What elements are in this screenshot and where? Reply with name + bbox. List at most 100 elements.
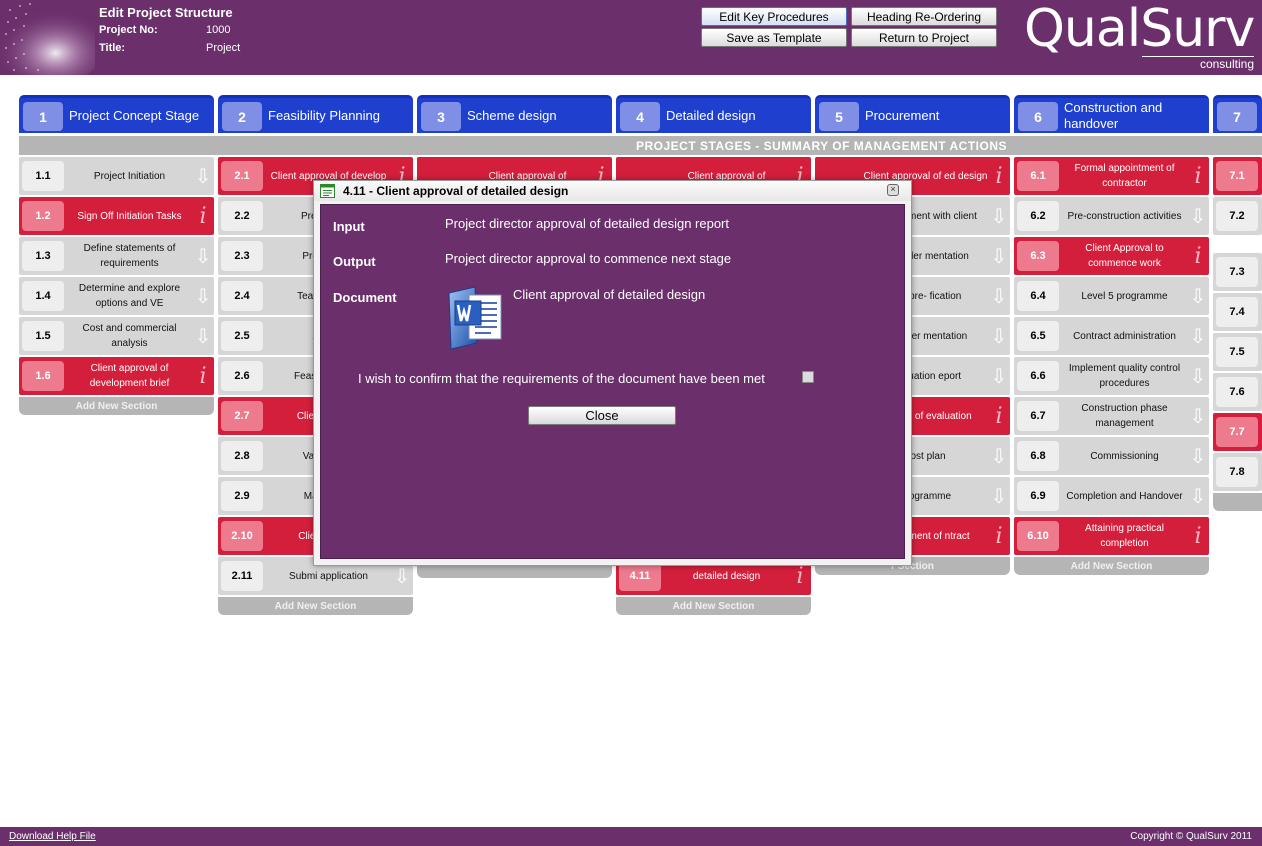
action-number: 2.6 <box>221 361 263 391</box>
action-number: 7.2 <box>1216 201 1258 231</box>
stage-header-4[interactable]: 4 Detailed design <box>616 95 811 133</box>
action-row[interactable]: 6.6 Implement quality control procedures ⇩ <box>1014 357 1209 395</box>
word-document-icon[interactable] <box>445 285 507 351</box>
action-row[interactable]: 7.5 <box>1213 333 1262 371</box>
document-list-icon <box>320 184 335 198</box>
return-to-project-button[interactable]: Return to Project <box>851 28 997 47</box>
action-label: Completion and Handover <box>1066 490 1183 502</box>
stage-header-6[interactable]: 6 Construction and handover <box>1014 95 1209 133</box>
action-row[interactable]: 6.5 Contract administration ⇩ <box>1014 317 1209 355</box>
title-label: Title: <box>99 42 126 54</box>
action-row[interactable]: 7.4 <box>1213 293 1262 331</box>
action-label: Client approval of development brief <box>89 363 170 389</box>
close-button[interactable]: Close <box>528 406 676 425</box>
info-icon[interactable]: i <box>992 164 1006 189</box>
app-footer: Download Help File Copyright © QualSurv … <box>0 827 1262 846</box>
arrow-down-icon[interactable]: ⇩ <box>991 324 1008 348</box>
arrow-down-icon[interactable]: ⇩ <box>991 484 1008 508</box>
arrow-down-icon[interactable]: ⇩ <box>1190 444 1207 468</box>
action-row[interactable]: 7.1 <box>1213 157 1262 195</box>
action-row[interactable]: 6.9 Completion and Handover ⇩ <box>1014 477 1209 515</box>
stage-header-2[interactable]: 2 Feasibility Planning <box>218 95 413 133</box>
arrow-down-icon[interactable]: ⇩ <box>991 244 1008 268</box>
action-number: 6.9 <box>1017 481 1059 511</box>
action-number: 6.6 <box>1017 361 1059 391</box>
arrow-down-icon[interactable]: ⇩ <box>1190 324 1207 348</box>
info-icon[interactable]: i <box>196 204 210 229</box>
action-row[interactable]: 6.7 Construction phase management ⇩ <box>1014 397 1209 435</box>
action-number: 7.3 <box>1216 257 1258 287</box>
action-row[interactable]: 1.1 Project Initiation ⇩ <box>19 157 214 195</box>
info-icon[interactable]: i <box>1191 244 1205 269</box>
stage-label: Project Concept Stage <box>69 108 200 123</box>
action-number: 2.9 <box>221 481 263 511</box>
arrow-down-icon[interactable]: ⇩ <box>1190 404 1207 428</box>
add-new-section-button[interactable]: Add New Section <box>616 597 811 615</box>
stage-header-7[interactable]: 7 <box>1213 95 1262 133</box>
action-label: Determine and explore options and VE <box>78 283 181 309</box>
action-number: 1.6 <box>22 361 64 391</box>
action-number: 1.4 <box>22 281 64 311</box>
action-row[interactable]: 6.1 Formal appointment of contractor i <box>1014 157 1209 195</box>
project-no-label: Project No: <box>99 24 158 36</box>
action-row[interactable]: 6.10 Attaining practical completion i <box>1014 517 1209 555</box>
save-as-template-button[interactable]: Save as Template <box>701 28 847 47</box>
info-icon[interactable]: i <box>992 524 1006 549</box>
action-label: Commissioning <box>1090 450 1159 462</box>
action-row[interactable]: 6.3 Client Approval to commence work i <box>1014 237 1209 275</box>
arrow-down-icon[interactable]: ⇩ <box>991 364 1008 388</box>
action-row[interactable]: 6.2 Pre-construction activities ⇩ <box>1014 197 1209 235</box>
arrow-down-icon[interactable]: ⇩ <box>1190 284 1207 308</box>
close-icon[interactable]: × <box>887 184 899 196</box>
action-row[interactable]: 7.7 <box>1213 413 1262 451</box>
info-icon[interactable]: i <box>1191 164 1205 189</box>
add-new-section-button[interactable]: Add New Section <box>218 597 413 615</box>
arrow-down-icon[interactable]: ⇩ <box>195 164 212 188</box>
arrow-down-icon[interactable]: ⇩ <box>991 284 1008 308</box>
arrow-down-icon[interactable]: ⇩ <box>1190 364 1207 388</box>
action-row[interactable]: 7.6 <box>1213 373 1262 411</box>
action-label: Client Approval to commence work <box>1085 243 1164 269</box>
stage-header-5[interactable]: 5 Procurement <box>815 95 1010 133</box>
arrow-down-icon[interactable]: ⇩ <box>1190 204 1207 228</box>
action-row[interactable]: 1.6 Client approval of development brief i <box>19 357 214 395</box>
arrow-down-icon[interactable]: ⇩ <box>195 284 212 308</box>
action-row[interactable]: 7.3 <box>1213 253 1262 291</box>
action-number: 1.2 <box>22 201 64 231</box>
action-label: Attaining practical completion <box>1085 523 1164 549</box>
arrow-down-icon[interactable]: ⇩ <box>195 244 212 268</box>
download-help-link[interactable]: Download Help File <box>9 831 96 842</box>
action-row[interactable]: 1.5 Cost and commercial analysis ⇩ <box>19 317 214 355</box>
info-icon[interactable]: i <box>992 404 1006 429</box>
action-row[interactable]: 1.4 Determine and explore options and VE ⇩ <box>19 277 214 315</box>
procedure-dialog: 4.11 - Client approval of detailed desig… <box>313 180 912 566</box>
action-label: Construction phase management <box>1081 403 1168 429</box>
arrow-down-icon[interactable]: ⇩ <box>991 204 1008 228</box>
action-row[interactable]: 7.2 <box>1213 197 1262 235</box>
action-number: 2.3 <box>221 241 263 271</box>
stage-header-3[interactable]: 3 Scheme design <box>417 95 612 133</box>
confirm-checkbox[interactable] <box>802 371 814 383</box>
heading-reordering-button[interactable]: Heading Re-Ordering <box>851 7 997 26</box>
edit-key-procedures-button[interactable]: Edit Key Procedures <box>701 7 847 26</box>
arrow-down-icon[interactable]: ⇩ <box>991 444 1008 468</box>
arrow-down-icon[interactable]: ⇩ <box>1190 484 1207 508</box>
info-icon[interactable]: i <box>1191 524 1205 549</box>
info-icon[interactable]: i <box>196 364 210 389</box>
action-label: Sign Off Initiation Tasks <box>77 210 182 222</box>
arrow-down-icon[interactable]: ⇩ <box>195 324 212 348</box>
app-header: Edit Project Structure Project No: 1000 … <box>0 0 1262 75</box>
action-row[interactable]: 6.8 Commissioning ⇩ <box>1014 437 1209 475</box>
action-number: 6.1 <box>1017 161 1059 191</box>
action-label: Define statements of requirements <box>83 243 176 269</box>
action-row[interactable]: 1.3 Define statements of requirements ⇩ <box>19 237 214 275</box>
info-icon[interactable]: i <box>793 564 807 589</box>
action-number: 6.8 <box>1017 441 1059 471</box>
stage-header-1[interactable]: 1 Project Concept Stage <box>19 95 214 133</box>
action-row[interactable]: 1.2 Sign Off Initiation Tasks i <box>19 197 214 235</box>
add-new-section-button[interactable]: Add New Section <box>19 397 214 415</box>
add-new-section-button[interactable]: Add New Section <box>1014 557 1209 575</box>
action-row[interactable]: 7.8 <box>1213 453 1262 491</box>
action-row[interactable]: 6.4 Level 5 programme ⇩ <box>1014 277 1209 315</box>
arrow-down-icon[interactable]: ⇩ <box>394 564 411 588</box>
